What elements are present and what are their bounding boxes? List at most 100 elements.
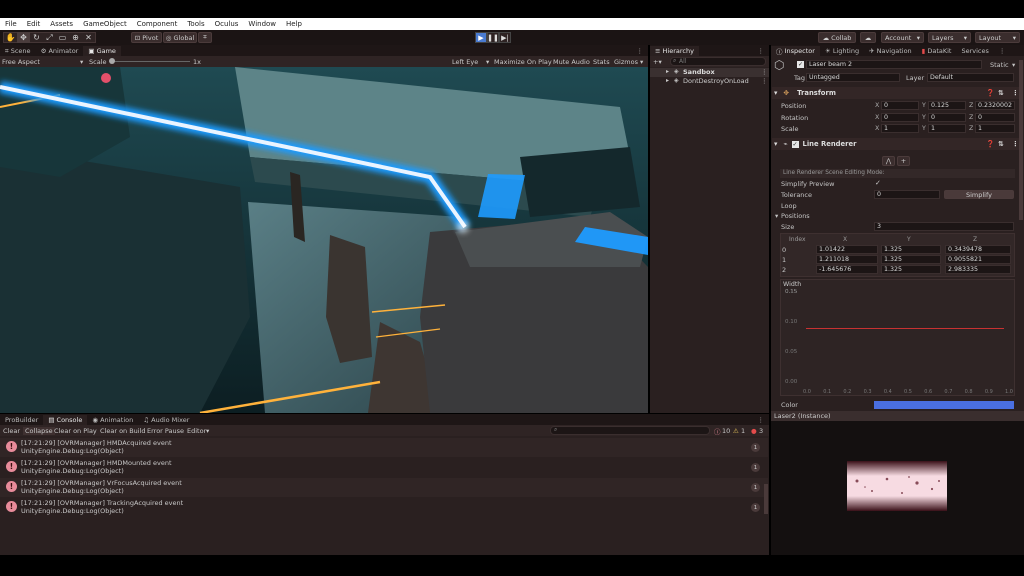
- table-cell[interactable]: -1.645676: [816, 265, 878, 274]
- scale-tool-icon[interactable]: ⤢: [43, 32, 56, 43]
- layer-dropdown[interactable]: Default: [927, 73, 1014, 82]
- table-cell[interactable]: 1.211018: [816, 255, 878, 264]
- gizmos-toggle[interactable]: Gizmos: [614, 58, 638, 66]
- tab-hierarchy[interactable]: ≡ Hierarchy: [650, 46, 699, 56]
- panel-menu-icon[interactable]: ⋮: [632, 46, 649, 56]
- positions-size-field[interactable]: 3: [874, 222, 1014, 231]
- tag-dropdown[interactable]: Untagged: [806, 73, 900, 82]
- rotation-y-field[interactable]: 0: [928, 113, 966, 122]
- preset-icon[interactable]: ⇅: [998, 89, 1004, 97]
- line-renderer-header[interactable]: ▾ ⌁ ✓ Line Renderer ❓ ⇅ ⋮: [772, 138, 1022, 150]
- hand-tool-icon[interactable]: ✋: [4, 32, 17, 43]
- object-name-field[interactable]: Laser beam 2: [806, 60, 982, 69]
- create-points-button[interactable]: +: [897, 156, 910, 166]
- table-cell[interactable]: 2.983335: [945, 265, 1011, 274]
- scale-y-field[interactable]: 1: [928, 124, 966, 133]
- tolerance-field[interactable]: 0: [874, 190, 940, 199]
- transform-header[interactable]: ▾ ✥ Transform ❓ ⇅ ⋮: [772, 87, 1022, 99]
- move-tool-icon[interactable]: ✥: [17, 32, 30, 43]
- panel-menu-icon[interactable]: ⋮: [753, 46, 770, 56]
- play-button[interactable]: ▶: [475, 32, 487, 43]
- panel-menu-icon[interactable]: ⋮: [994, 46, 1011, 56]
- panel-menu-icon[interactable]: ⋮: [753, 415, 770, 425]
- cloud-button[interactable]: ☁: [860, 32, 876, 43]
- rotation-z-field[interactable]: 0: [975, 113, 1015, 122]
- position-x-field[interactable]: 0: [881, 101, 919, 110]
- rotate-tool-icon[interactable]: ↻: [30, 32, 43, 43]
- layout-dropdown[interactable]: Layout ▾: [975, 32, 1020, 43]
- console-log-entry[interactable]: ! [17:21:29] [OVRManager] HMDAcquired ev…: [0, 438, 768, 457]
- position-z-field[interactable]: 0.2320002: [975, 101, 1015, 110]
- hierarchy-search-input[interactable]: All: [670, 57, 766, 66]
- width-curve-editor[interactable]: Width 0.15 0.15 0.10 0.05 0.00 0.0 0.1 0…: [780, 279, 1015, 396]
- component-menu-icon[interactable]: ⋮: [1012, 89, 1019, 97]
- component-menu-icon[interactable]: ⋮: [1012, 140, 1019, 148]
- layers-dropdown[interactable]: Layers ▾: [928, 32, 971, 43]
- warning-count-icon[interactable]: ⚠: [733, 427, 739, 435]
- menu-oculus[interactable]: Oculus: [215, 20, 239, 28]
- static-toggle[interactable]: Static: [990, 61, 1009, 69]
- menu-assets[interactable]: Assets: [50, 20, 73, 28]
- tab-lighting[interactable]: ☀ Lighting: [820, 46, 864, 56]
- table-cell[interactable]: 1.325: [881, 265, 941, 274]
- menu-edit[interactable]: Edit: [27, 20, 41, 28]
- error-count-icon[interactable]: ●: [751, 427, 757, 435]
- console-search-input[interactable]: [550, 426, 710, 435]
- step-button[interactable]: ▶|: [499, 32, 511, 43]
- tab-navigation[interactable]: ✈ Navigation: [864, 46, 917, 56]
- grid-snap-button[interactable]: ⌗: [198, 32, 212, 43]
- add-icon[interactable]: +▾: [653, 58, 662, 66]
- table-cell[interactable]: 0.9055821: [945, 255, 1011, 264]
- console-log-entry[interactable]: ! [17:21:29] [OVRManager] TrackingAcquir…: [0, 498, 768, 517]
- hierarchy-item-dontdestroyonload[interactable]: ▸ ◈ DontDestroyOnLoad ⋮: [650, 77, 769, 86]
- table-cell[interactable]: 1.325: [881, 245, 941, 254]
- line-renderer-enabled-checkbox[interactable]: ✓: [791, 140, 799, 148]
- maximize-on-play-toggle[interactable]: Maximize On Play: [494, 58, 552, 66]
- game-viewport[interactable]: [0, 67, 648, 413]
- table-cell[interactable]: 1.01422: [816, 245, 878, 254]
- table-cell[interactable]: 0.3439478: [945, 245, 1011, 254]
- expand-arrow-icon[interactable]: ▸: [666, 68, 669, 75]
- position-y-field[interactable]: 0.125: [928, 101, 966, 110]
- active-checkbox[interactable]: ✓: [797, 61, 804, 68]
- global-toggle[interactable]: ◎ Global: [163, 32, 197, 43]
- menu-window[interactable]: Window: [248, 20, 276, 28]
- rect-tool-icon[interactable]: ▭: [56, 32, 69, 43]
- menu-component[interactable]: Component: [137, 20, 178, 28]
- scale-slider[interactable]: [110, 61, 190, 62]
- error-pause-toggle[interactable]: Error Pause: [147, 427, 184, 435]
- item-menu-icon[interactable]: ⋮: [761, 68, 768, 76]
- editor-dropdown[interactable]: Editor: [187, 427, 206, 435]
- table-cell[interactable]: 1.325: [881, 255, 941, 264]
- menu-tools[interactable]: Tools: [187, 20, 204, 28]
- scale-slider-handle[interactable]: [109, 58, 115, 64]
- inspector-scrollbar[interactable]: [1019, 60, 1023, 220]
- tab-inspector[interactable]: ⓘ Inspector: [771, 46, 820, 56]
- tab-services[interactable]: Services: [956, 46, 993, 56]
- pause-button[interactable]: ❚❚: [487, 32, 499, 43]
- menu-help[interactable]: Help: [286, 20, 302, 28]
- pivot-toggle[interactable]: ⊡ Pivot: [131, 32, 162, 43]
- clear-on-build-toggle[interactable]: Clear on Build: [100, 427, 146, 435]
- console-scrollbar[interactable]: [764, 484, 768, 514]
- stats-toggle[interactable]: Stats: [593, 58, 610, 66]
- simplify-preview-checkbox[interactable]: ✓: [875, 179, 881, 187]
- clear-on-play-toggle[interactable]: Clear on Play: [54, 427, 97, 435]
- dropdown-arrow-icon[interactable]: ▾: [1012, 61, 1015, 69]
- mute-audio-toggle[interactable]: Mute Audio: [553, 58, 590, 66]
- menu-file[interactable]: File: [5, 20, 17, 28]
- expand-arrow-icon[interactable]: ▸: [666, 77, 669, 84]
- tab-scene[interactable]: ⌗ Scene: [0, 46, 36, 56]
- custom-tool-icon[interactable]: ✕: [82, 32, 95, 43]
- tab-datakit[interactable]: ▮ DataKit: [917, 46, 957, 56]
- rotation-x-field[interactable]: 0: [881, 113, 919, 122]
- tab-animator[interactable]: ⚙ Animator: [36, 46, 84, 56]
- info-count-icon[interactable]: ⓘ: [714, 426, 721, 436]
- console-log-entry[interactable]: ! [17:21:29] [OVRManager] HMDMounted eve…: [0, 458, 768, 477]
- tab-game[interactable]: ▣ Game: [83, 46, 121, 56]
- help-icon[interactable]: ❓: [986, 89, 994, 97]
- item-menu-icon[interactable]: ⋮: [761, 77, 768, 85]
- foldout-arrow-icon[interactable]: ▾: [774, 89, 777, 97]
- console-log-entry[interactable]: ! [17:21:29] [OVRManager] VrFocusAcquire…: [0, 478, 768, 497]
- tab-audio-mixer[interactable]: ♫ Audio Mixer: [138, 415, 194, 425]
